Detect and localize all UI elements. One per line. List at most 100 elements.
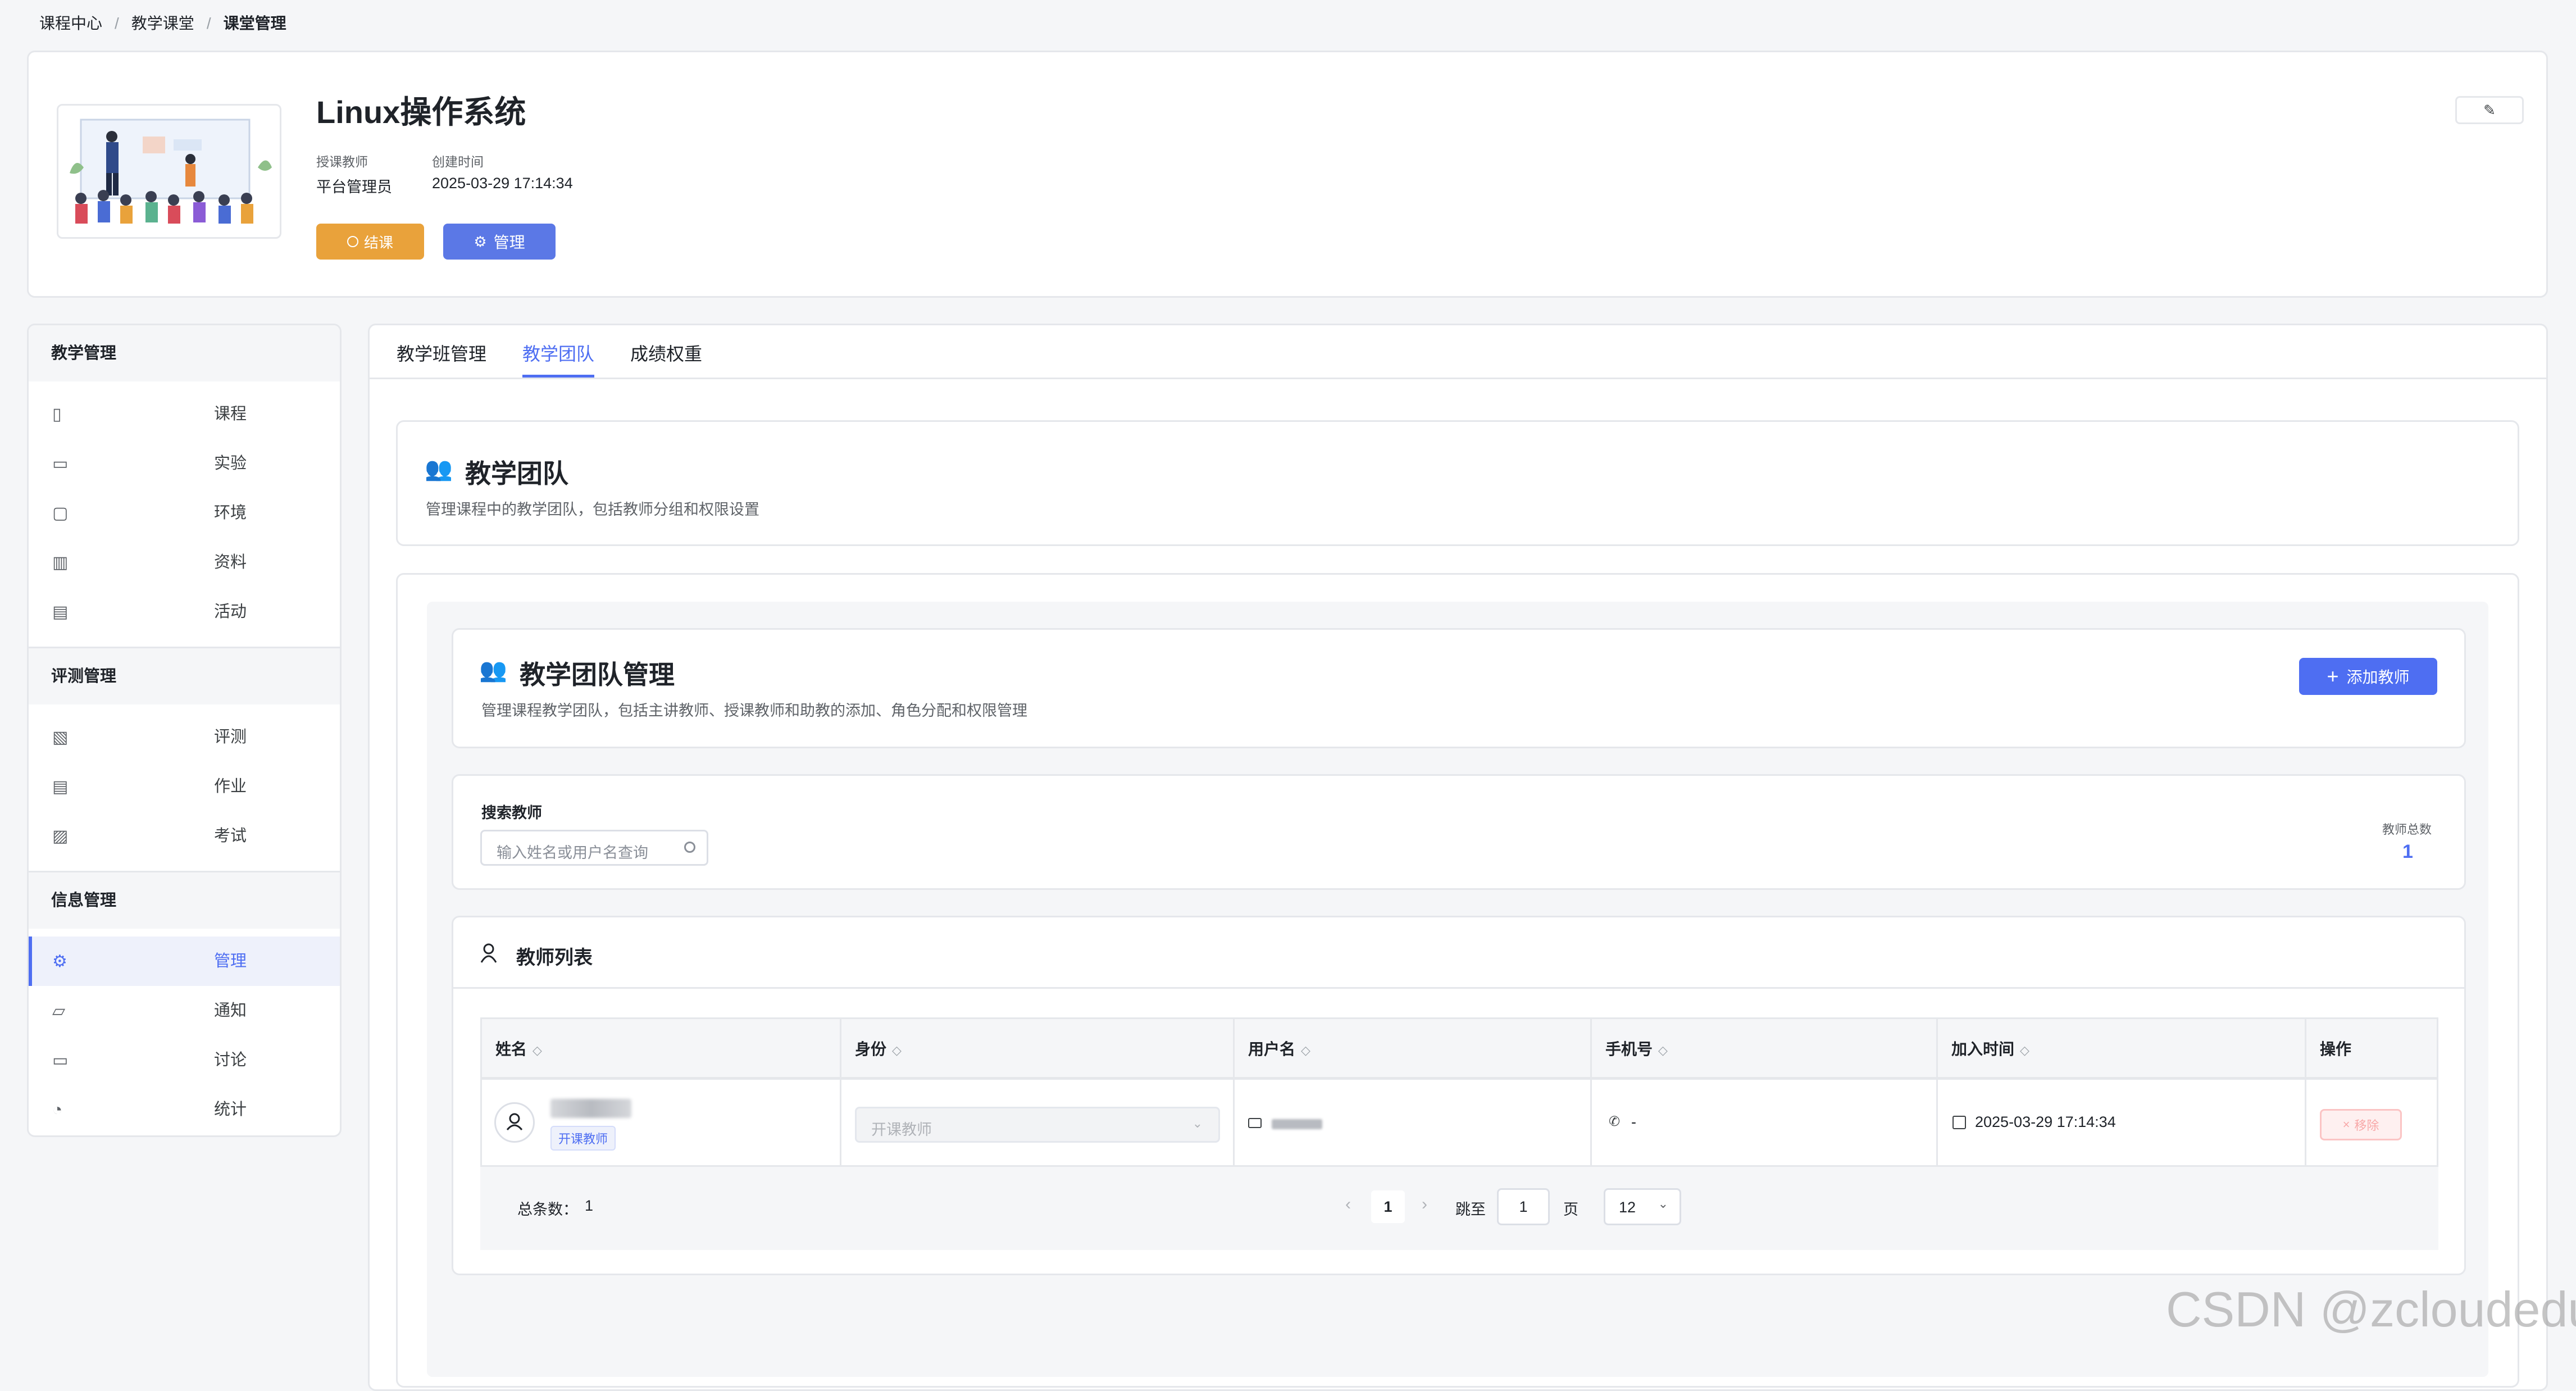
chevron-down-icon: ⌄ xyxy=(1658,1197,1668,1211)
add-teacher-button[interactable]: + 添加教师 xyxy=(2299,658,2437,695)
list-title: 教师列表 xyxy=(516,947,593,969)
sidebar-item[interactable]: ▤ 活动 xyxy=(29,587,340,637)
code-window-icon: ▢ xyxy=(52,504,69,522)
watermark: CSDN @zcloudedu xyxy=(2166,1281,2576,1337)
bar-chart-icon: ▥ xyxy=(52,553,69,572)
prev-page-button[interactable]: ‹ xyxy=(1345,1195,1351,1214)
col-header-username[interactable]: 用户名 ◇ xyxy=(1235,1019,1592,1080)
team-management-card: 👥 教学团队管理 管理课程教学团队，包括主讲教师、授课教师和助教的添加、角色分配… xyxy=(452,628,2466,748)
management-description: 管理课程教学团队，包括主讲教师、授课教师和助教的添加、角色分配和权限管理 xyxy=(481,702,1027,719)
sidebar-item[interactable]: ▢ 环境 xyxy=(29,488,340,538)
intro-title: 教学团队 xyxy=(465,459,568,488)
sidebar-section-title: 教学管理 xyxy=(29,325,340,381)
sidebar-item[interactable]: ▧ 评测 xyxy=(29,712,340,762)
teacher-label: 授课教师 xyxy=(316,154,368,169)
table-row-identity-cell: 开课教师 ⌄ xyxy=(841,1080,1235,1169)
tab-teaching-team[interactable]: 教学团队 xyxy=(522,340,594,366)
col-header-name[interactable]: 姓名 ◇ xyxy=(482,1019,841,1080)
goto-page-input[interactable]: 1 xyxy=(1497,1188,1550,1225)
current-page-button[interactable]: 1 xyxy=(1371,1190,1405,1223)
sidebar-item-label: 统计 xyxy=(214,1101,247,1119)
created-value: 2025-03-29 17:14:34 xyxy=(432,175,573,192)
book-icon: ▯ xyxy=(52,405,62,424)
pagination-total-label: 总条数： xyxy=(517,1201,578,1218)
sidebar-item-label: 活动 xyxy=(214,603,247,621)
table-row-name-cell: 开课教师 xyxy=(482,1080,841,1169)
teacher-value: 平台管理员 xyxy=(316,179,392,196)
gear-icon: ⚙ xyxy=(52,952,67,971)
edit-course-button[interactable]: ✎ xyxy=(2455,96,2524,124)
chat-icon: ▭ xyxy=(52,1051,69,1070)
tabs-divider xyxy=(370,378,2546,379)
sidebar-item[interactable]: ▨ 考试 xyxy=(29,811,340,861)
page-suffix: 页 xyxy=(1563,1201,1578,1218)
notice-icon: ▱ xyxy=(52,1002,66,1020)
next-page-button[interactable]: › xyxy=(1422,1195,1427,1214)
end-course-button[interactable]: 结课 xyxy=(316,224,424,260)
col-header-phone[interactable]: 手机号 ◇ xyxy=(1592,1019,1938,1080)
col-header-joined[interactable]: 加入时间 ◇ xyxy=(1938,1019,2306,1080)
search-card: 搜索教师 输入姓名或用户名查询 教师总数 1 xyxy=(452,774,2466,890)
sidebar-item[interactable]: ▭ 讨论 xyxy=(29,1035,340,1085)
breadcrumb: 课程中心 / 教学课堂 / 课堂管理 xyxy=(39,15,286,32)
teacher-list-card: 教师列表 姓名 ◇ 身份 ◇ 用户名 ◇ 手机号 ◇ 加入时间 ◇ 操作 开课教师 开课教… xyxy=(452,916,2466,1275)
table-row-username-cell xyxy=(1235,1080,1592,1169)
sidebar: 教学管理 ▯ 课程 ▭ 实验 ▢ 环境 ▥ 资料 ▤ 活动 评测管理 ▧ 评测 ▤ 作业 ▨ 考试 信息管理 ⚙ 管理 ▱… xyxy=(27,324,342,1137)
search-input[interactable]: 输入姓名或用户名查询 xyxy=(480,830,708,866)
sidebar-item[interactable]: ▥ 资料 xyxy=(29,538,340,587)
calendar-icon: ▤ xyxy=(52,603,69,621)
sidebar-item[interactable]: ◔ 统计 xyxy=(29,1085,340,1134)
sidebar-item-label: 评测 xyxy=(214,728,247,746)
team-icon: 👥 xyxy=(425,457,453,481)
chevron-down-icon: ⌄ xyxy=(1192,1116,1203,1130)
phone-icon: ✆ xyxy=(1609,1114,1621,1129)
role-tag: 开课教师 xyxy=(550,1126,616,1151)
pencil-icon: ✎ xyxy=(2483,101,2496,119)
teacher-table: 姓名 ◇ 身份 ◇ 用户名 ◇ 手机号 ◇ 加入时间 ◇ 操作 开课教师 开课教师 ⌄ ✆… xyxy=(480,1017,2438,1169)
sidebar-item[interactable]: ▤ 作业 xyxy=(29,762,340,811)
remove-teacher-button[interactable]: × 移除 xyxy=(2320,1109,2402,1140)
search-icon xyxy=(684,842,695,853)
sidebar-item[interactable]: ▯ 课程 xyxy=(29,389,340,439)
page-size-select[interactable]: 12 ⌄ xyxy=(1604,1188,1681,1225)
table-row-phone-cell: ✆ - xyxy=(1592,1080,1938,1169)
sidebar-item[interactable]: ⚙ 管理 xyxy=(29,937,340,986)
intro-description: 管理课程中的教学团队，包括教师分组和权限设置 xyxy=(426,501,759,518)
team-intro-card: 👥 教学团队 管理课程中的教学团队，包括教师分组和权限设置 xyxy=(396,420,2519,546)
col-header-identity[interactable]: 身份 ◇ xyxy=(841,1019,1235,1080)
col-header-actions: 操作 xyxy=(2320,1040,2352,1058)
calendar-icon xyxy=(1953,1116,1966,1129)
pie-chart-icon: ◔ xyxy=(52,1101,63,1119)
sidebar-item[interactable]: ▭ 实验 xyxy=(29,439,340,488)
pagination-total-value: 1 xyxy=(585,1197,594,1214)
user-icon xyxy=(480,943,497,963)
monitor-icon: ▭ xyxy=(52,454,69,473)
sidebar-item-label: 管理 xyxy=(214,952,247,970)
list-header-divider xyxy=(453,987,2464,989)
identity-select[interactable]: 开课教师 ⌄ xyxy=(855,1107,1220,1143)
created-label: 创建时间 xyxy=(432,154,484,169)
sidebar-item-label: 实验 xyxy=(214,454,247,472)
sidebar-item[interactable]: ▱ 通知 xyxy=(29,986,340,1035)
tab-class-management[interactable]: 教学班管理 xyxy=(397,340,486,366)
teacher-total-label: 教师总数 xyxy=(2382,822,2432,837)
sidebar-item-label: 课程 xyxy=(214,405,247,423)
sidebar-item-label: 环境 xyxy=(214,504,247,522)
management-title: 教学团队管理 xyxy=(520,660,675,689)
breadcrumb-item[interactable]: 教学课堂 xyxy=(131,15,194,32)
search-label: 搜索教师 xyxy=(481,804,542,821)
pause-circle-icon xyxy=(347,236,358,247)
plus-icon: + xyxy=(2327,665,2339,688)
close-icon: × xyxy=(2342,1117,2350,1131)
breadcrumb-current: 课堂管理 xyxy=(223,15,286,32)
breadcrumb-item[interactable]: 课程中心 xyxy=(39,15,102,32)
mail-icon xyxy=(1248,1118,1262,1128)
sidebar-item-label: 讨论 xyxy=(214,1051,247,1069)
sidebar-menu: 教学管理 ▯ 课程 ▭ 实验 ▢ 环境 ▥ 资料 ▤ 活动 评测管理 ▧ 评测 ▤ 作业 ▨ 考试 信息管理 ⚙ 管理 ▱… xyxy=(29,325,340,1135)
tab-grade-weights[interactable]: 成绩权重 xyxy=(630,340,702,366)
course-header-card: Linux操作系统 授课教师 平台管理员 创建时间 2025-03-29 17:… xyxy=(27,51,2548,298)
manage-course-button[interactable]: ⚙ 管理 xyxy=(443,224,556,260)
sidebar-item-label: 通知 xyxy=(214,1002,247,1020)
team-icon: 👥 xyxy=(479,658,507,683)
pagination-bar: 总条数： 1 ‹ 1 › 跳至 1 页 12 ⌄ xyxy=(480,1167,2438,1250)
